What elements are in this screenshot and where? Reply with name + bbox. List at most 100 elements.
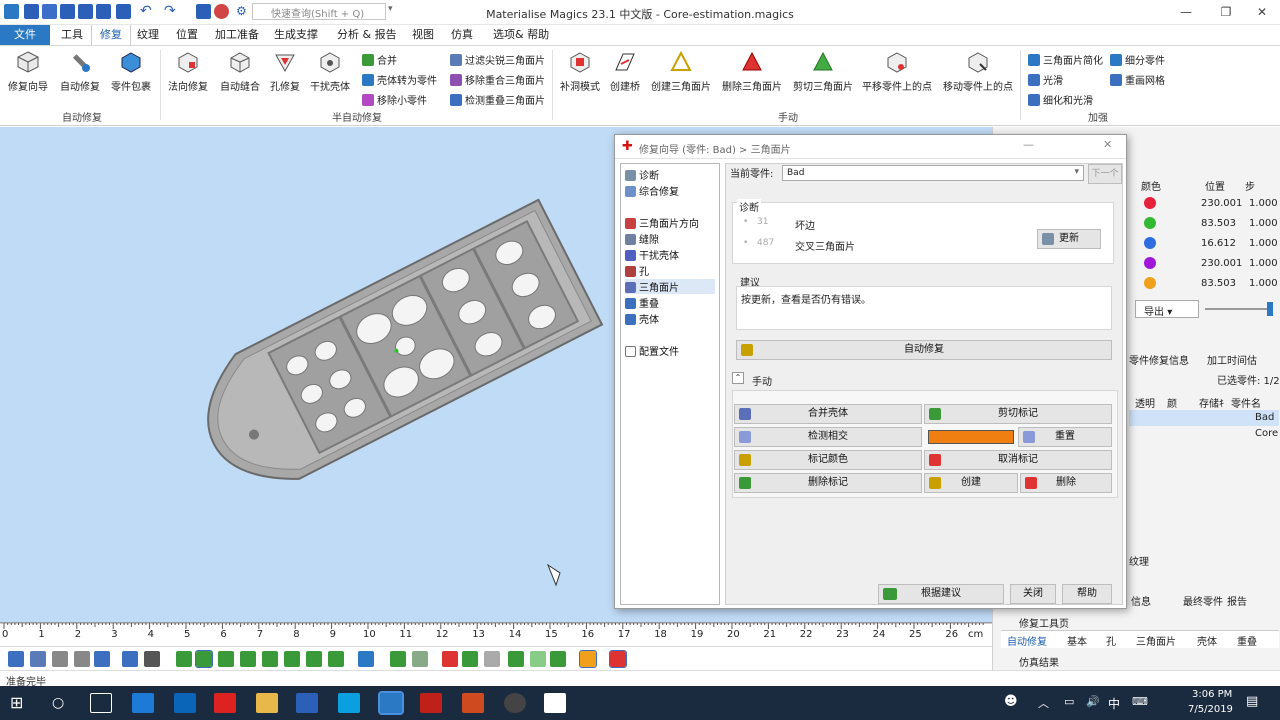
invert-icon[interactable] (484, 651, 500, 667)
shrink-icon[interactable] (412, 651, 428, 667)
iso-view-icon[interactable] (122, 651, 138, 667)
import-icon[interactable] (96, 4, 111, 19)
create-bridge-button[interactable]: 创建桥 (610, 50, 640, 93)
menu-options-help[interactable]: 选项& 帮助 (485, 25, 557, 45)
sim-result-section[interactable]: 仿真结果 (1019, 654, 1059, 669)
slider[interactable] (1205, 308, 1267, 310)
restore-button[interactable]: ❐ (1208, 2, 1244, 22)
color-dot[interactable] (1144, 257, 1156, 269)
explorer-icon[interactable] (256, 693, 278, 713)
people-icon[interactable]: ☻ (1004, 694, 1018, 709)
tree-item-normals[interactable]: 三角面片方向 (625, 215, 699, 230)
unmark-button[interactable]: 取消标记 (924, 450, 1112, 470)
tool-icon[interactable] (214, 4, 229, 19)
detect-overlap-button[interactable]: 检测重叠三角面片 (450, 92, 545, 107)
open-file-icon[interactable] (42, 4, 57, 19)
mark-color-button[interactable]: 标记颜色 (734, 450, 922, 470)
rotate-icon[interactable] (74, 651, 90, 667)
merge-shells-button[interactable]: 合并壳体 (734, 404, 922, 424)
shrinkwrap-button[interactable]: 零件包裹 (111, 50, 151, 93)
noise-shells-button[interactable]: 干扰壳体 (310, 50, 350, 93)
filter-sharp-button[interactable]: 过滤尖锐三角面片 (450, 52, 545, 67)
skype-icon[interactable] (338, 693, 360, 713)
notifications-icon[interactable]: ▤ (1246, 694, 1258, 709)
move-point-button[interactable]: 移动零件上的点 (943, 50, 1013, 93)
keyboard-icon[interactable]: ⌨ (1132, 695, 1148, 708)
tab-hole[interactable]: 孔 (1106, 633, 1116, 648)
normal-fix-button[interactable]: 法向修复 (168, 50, 208, 93)
remove-small-parts-button[interactable]: 移除小零件 (362, 92, 427, 107)
part-name[interactable]: Core (1255, 428, 1278, 439)
shell-to-part-button[interactable]: 壳体转为零件 (362, 72, 437, 87)
menu-analysis[interactable]: 分析 & 报告 (329, 25, 405, 45)
tab-triangle[interactable]: 三角面片 (1136, 633, 1176, 648)
remove-double-button[interactable]: 移除重合三角面片 (450, 72, 545, 87)
tree-item-noise-shells[interactable]: 干扰壳体 (625, 247, 679, 262)
color-dot[interactable] (1144, 217, 1156, 229)
color-dot[interactable] (1144, 277, 1156, 289)
tree-item-holes[interactable]: 孔 (625, 263, 649, 278)
follow-suggestion-button[interactable]: 根据建议 (878, 584, 1004, 604)
redo-icon[interactable]: ↷ (164, 4, 184, 19)
save-icon[interactable] (60, 4, 75, 19)
color-dot[interactable] (1144, 237, 1156, 249)
reduce-triangles-button[interactable]: 三角面片简化 (1028, 52, 1103, 67)
delete-mark-button[interactable]: 删除标记 (734, 473, 922, 493)
mark-all-icon[interactable] (508, 651, 524, 667)
close-window-button[interactable]: ✕ (1244, 2, 1280, 22)
texture-section[interactable]: 纹理 (1129, 553, 1149, 568)
remesh-button[interactable]: 重画网格 (1110, 72, 1165, 87)
next-part-button[interactable]: 下一个 (1088, 164, 1122, 184)
volume-icon[interactable]: 🔊 (1086, 695, 1100, 708)
task-view-icon[interactable] (90, 693, 112, 713)
export-dropdown[interactable]: 导出 ▾ (1135, 300, 1199, 318)
tree-item-overlap[interactable]: 重叠 (625, 295, 659, 310)
cube-icon[interactable] (196, 4, 211, 19)
tab-final-part[interactable]: 最终零件 (1183, 593, 1223, 608)
select-surface-icon[interactable] (195, 650, 213, 668)
reset-button[interactable]: 重置 (1018, 427, 1112, 447)
select-triangle-icon[interactable] (176, 651, 192, 667)
cut-triangle-button[interactable]: 剪切三角面片 (793, 50, 853, 93)
export-icon[interactable] (116, 4, 131, 19)
tree-item-shells[interactable]: 壳体 (625, 311, 659, 326)
color-dot[interactable] (1144, 197, 1156, 209)
tree-item-overview[interactable]: 综合修复 (625, 183, 679, 198)
mark-triangle-icon[interactable] (609, 650, 627, 668)
help-button[interactable]: 帮助 (1062, 584, 1112, 604)
refine-smooth-button[interactable]: 细化和光滑 (1028, 92, 1093, 107)
search-icon[interactable]: ○ (52, 693, 74, 713)
fix-wizard-button[interactable]: 修复向导 (8, 50, 48, 93)
tree-item-gaps[interactable]: 缝隙 (625, 231, 659, 246)
tree-item-profile[interactable]: 配置文件 (625, 343, 679, 358)
auto-fix-dialog-button[interactable]: 自动修复 (736, 340, 1112, 360)
subdivide-button[interactable]: 细分零件 (1110, 52, 1165, 67)
hole-mode-button[interactable]: 补洞模式 (560, 50, 600, 93)
close-button[interactable]: 关闭 (1010, 584, 1056, 604)
delete-button[interactable]: 删除 (1020, 473, 1112, 493)
collapse-icon[interactable]: ⌃ (732, 372, 744, 384)
tab-auto-fix[interactable]: 自动修复 (1007, 633, 1047, 648)
detect-intersect-button[interactable]: 检测相交 (734, 427, 922, 447)
select-region-icon[interactable] (328, 651, 344, 667)
windows-start-icon[interactable]: ⊞ (10, 693, 32, 713)
menu-build-prep[interactable]: 加工准备 (207, 25, 267, 45)
tab-report[interactable]: 报告 (1227, 593, 1247, 608)
menu-texture[interactable]: 纹理 (129, 25, 167, 45)
delete-triangle-button[interactable]: 删除三角面片 (722, 50, 782, 93)
zoom-icon[interactable] (8, 651, 24, 667)
stitch-button[interactable]: 自动缝合 (220, 50, 260, 93)
outlook-icon[interactable] (174, 693, 196, 713)
magics-taskbar-icon[interactable] (378, 691, 404, 715)
undo-icon[interactable]: ↶ (140, 4, 160, 19)
menu-position[interactable]: 位置 (168, 25, 206, 45)
edge-icon[interactable] (132, 693, 154, 713)
chevron-down-icon[interactable]: ▾ (388, 4, 396, 19)
tab-info[interactable]: 信息 (1131, 593, 1151, 608)
mark-shell-icon[interactable] (550, 651, 566, 667)
zoom-window-icon[interactable] (30, 651, 46, 667)
menu-simulation[interactable]: 仿真 (443, 25, 481, 45)
merge-button[interactable]: 合并 (362, 52, 397, 67)
smooth-button[interactable]: 光滑 (1028, 72, 1063, 87)
mark-color-icon[interactable] (579, 650, 597, 668)
